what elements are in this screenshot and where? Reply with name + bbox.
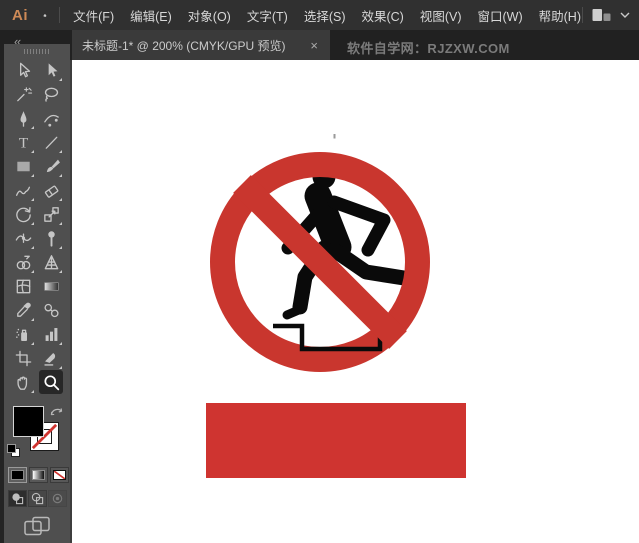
tab-bar: « 未标题-1* @ 200% (CMYK/GPU 预览) × 软件自学网：RJ… bbox=[0, 30, 639, 60]
none-button[interactable] bbox=[50, 467, 69, 483]
eraser-icon bbox=[42, 181, 61, 200]
menu-items: 文件(F) 编辑(E) 对象(O) 文字(T) 选择(S) 效果(C) 视图(V) 窗口(W)… bbox=[72, 4, 582, 27]
tool-pen[interactable] bbox=[11, 106, 35, 130]
artboard-canvas[interactable] bbox=[70, 60, 639, 543]
tool-magic-wand[interactable] bbox=[11, 82, 35, 106]
workspace-switcher-icon[interactable] bbox=[592, 8, 611, 22]
perspective-grid-icon bbox=[42, 253, 61, 272]
width-icon bbox=[14, 229, 33, 248]
tool-paintbrush[interactable] bbox=[39, 154, 63, 178]
swap-fill-stroke-icon[interactable] bbox=[49, 405, 64, 418]
tool-type[interactable]: T bbox=[11, 130, 35, 154]
watermark-text: 软件自学网：RJZXW.COM bbox=[347, 38, 510, 57]
color-type-buttons bbox=[8, 467, 70, 483]
tool-scale[interactable] bbox=[39, 202, 63, 226]
shape-builder-icon bbox=[14, 253, 33, 272]
tool-column-graph[interactable] bbox=[39, 322, 63, 346]
home-icon[interactable] bbox=[43, 8, 47, 23]
fill-swatch[interactable] bbox=[13, 406, 44, 437]
tool-rotate[interactable] bbox=[11, 202, 35, 226]
menu-file[interactable]: 文件(F) bbox=[72, 4, 115, 27]
hand-icon bbox=[14, 373, 33, 392]
anchor-mark bbox=[334, 134, 336, 139]
zoom-icon bbox=[42, 373, 61, 392]
tool-artboard[interactable] bbox=[11, 346, 35, 370]
tool-mesh[interactable] bbox=[11, 274, 35, 298]
rectangle-icon bbox=[14, 157, 33, 176]
drawing-modes bbox=[8, 490, 70, 507]
tool-blend[interactable] bbox=[39, 298, 63, 322]
eyedropper-icon bbox=[14, 301, 33, 320]
menubar-divider-right bbox=[582, 7, 583, 23]
document-tab[interactable]: 未标题-1* @ 200% (CMYK/GPU 预览) × bbox=[72, 30, 330, 60]
artboard-icon bbox=[14, 349, 33, 368]
curvature-icon bbox=[42, 109, 61, 128]
tool-zoom[interactable] bbox=[39, 370, 63, 394]
pen-icon bbox=[14, 109, 33, 128]
slice-icon bbox=[42, 349, 61, 368]
shaper-icon bbox=[14, 181, 33, 200]
tool-width[interactable] bbox=[11, 226, 35, 250]
tools-panel: T bbox=[4, 44, 70, 543]
type-icon: T bbox=[14, 133, 33, 152]
column-graph-icon bbox=[42, 325, 61, 344]
menu-bar: Ai 文件(F) 编辑(E) 对象(O) 文字(T) 选择(S) 效果(C) 视图(V) 窗口… bbox=[0, 0, 639, 30]
artwork-prohibition-sign[interactable] bbox=[72, 60, 639, 543]
tool-rectangle[interactable] bbox=[11, 154, 35, 178]
default-fill-stroke-icon[interactable] bbox=[6, 443, 21, 458]
paintbrush-icon bbox=[42, 157, 61, 176]
tool-line-segment[interactable] bbox=[39, 130, 63, 154]
screen-mode-icon[interactable] bbox=[24, 516, 50, 537]
blend-icon bbox=[42, 301, 61, 320]
menu-object[interactable]: 对象(O) bbox=[187, 4, 232, 27]
draw-inside-button[interactable] bbox=[48, 490, 67, 507]
app-logo[interactable]: Ai bbox=[12, 7, 28, 24]
line-segment-icon bbox=[42, 133, 61, 152]
document-tab-title: 未标题-1* @ 200% (CMYK/GPU 预览) bbox=[82, 37, 286, 54]
draw-behind-button[interactable] bbox=[28, 490, 47, 507]
svg-text:T: T bbox=[18, 134, 28, 151]
lasso-icon bbox=[42, 85, 61, 104]
tool-free-transform[interactable] bbox=[39, 226, 63, 250]
menu-type[interactable]: 文字(T) bbox=[246, 4, 289, 27]
free-transform-icon bbox=[42, 229, 61, 248]
fill-stroke-control bbox=[4, 404, 70, 462]
tool-shape-builder[interactable] bbox=[11, 250, 35, 274]
panel-drag-handle[interactable] bbox=[24, 49, 50, 54]
gradient-button[interactable] bbox=[29, 467, 48, 483]
menu-select[interactable]: 选择(S) bbox=[303, 4, 347, 27]
menu-help[interactable]: 帮助(H) bbox=[538, 4, 582, 27]
direct-selection-icon bbox=[42, 61, 61, 80]
gradient-icon bbox=[42, 277, 61, 296]
chevron-down-icon[interactable] bbox=[620, 12, 630, 19]
tool-perspective-grid[interactable] bbox=[39, 250, 63, 274]
draw-normal-button[interactable] bbox=[8, 490, 27, 507]
menu-window[interactable]: 窗口(W) bbox=[477, 4, 524, 27]
tool-eraser[interactable] bbox=[39, 178, 63, 202]
scale-icon bbox=[42, 205, 61, 224]
symbol-sprayer-icon bbox=[14, 325, 33, 344]
selection-icon bbox=[14, 61, 33, 80]
tool-curvature[interactable] bbox=[39, 106, 63, 130]
tool-gradient[interactable] bbox=[39, 274, 63, 298]
menu-edit[interactable]: 编辑(E) bbox=[129, 4, 173, 27]
menu-effect[interactable]: 效果(C) bbox=[360, 4, 404, 27]
tool-slice[interactable] bbox=[39, 346, 63, 370]
tool-hand[interactable] bbox=[11, 370, 35, 394]
color-button[interactable] bbox=[8, 467, 27, 483]
magic-wand-icon bbox=[14, 85, 33, 104]
tools-grid: T bbox=[4, 58, 70, 394]
menu-view[interactable]: 视图(V) bbox=[419, 4, 463, 27]
tool-direct-selection[interactable] bbox=[39, 58, 63, 82]
tool-selection[interactable] bbox=[11, 58, 35, 82]
rotate-icon bbox=[14, 205, 33, 224]
tool-eyedropper[interactable] bbox=[11, 298, 35, 322]
tool-shaper[interactable] bbox=[11, 178, 35, 202]
tool-lasso[interactable] bbox=[39, 82, 63, 106]
close-tab-icon[interactable]: × bbox=[308, 38, 320, 53]
mesh-icon bbox=[14, 277, 33, 296]
figure-front-foot bbox=[287, 309, 301, 315]
tool-symbol-sprayer[interactable] bbox=[11, 322, 35, 346]
banner-rect[interactable] bbox=[206, 403, 466, 478]
